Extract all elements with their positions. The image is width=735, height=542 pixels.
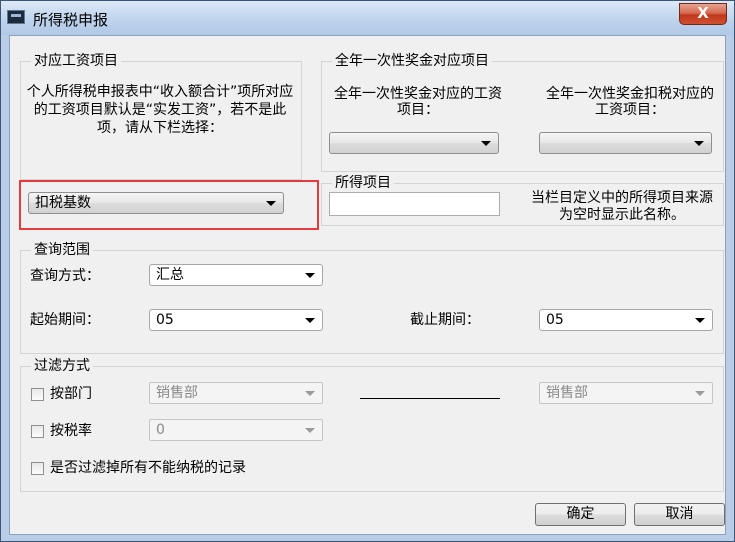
tax-rate-select-value: 0 <box>156 422 165 438</box>
cancel-button[interactable]: 取消 <box>634 503 725 526</box>
department-to-select-value: 销售部 <box>546 385 588 401</box>
query-range-group-title: 查询范围 <box>31 241 93 259</box>
department-from-select-value: 销售部 <box>156 385 198 401</box>
salary-item-select[interactable]: 扣税基数 <box>28 192 284 214</box>
bonus-deduction-select[interactable] <box>539 132 712 154</box>
salary-item-select-value: 扣税基数 <box>35 195 91 211</box>
query-range-group: 查询范围 <box>20 241 724 354</box>
chevron-down-icon <box>695 318 705 323</box>
dialog-client-area: 对应工资项目 个人所得税申报表中“收入额合计”项所对应的工资项目默认是“实发工资… <box>9 35 726 535</box>
chevron-down-icon <box>695 391 705 396</box>
by-tax-rate-checkbox[interactable] <box>31 425 44 438</box>
filter-group-title: 过滤方式 <box>31 357 93 375</box>
title-bar[interactable]: 所得税申报 X <box>1 1 734 35</box>
exclude-untaxable-checkbox[interactable] <box>31 462 44 475</box>
bonus-item-group-title: 全年一次性奖金对应项目 <box>332 52 492 70</box>
salary-item-description: 个人所得税申报表中“收入额合计”项所对应的工资项目默认是“实发工资”，若不是此项… <box>26 84 294 136</box>
query-mode-select[interactable]: 汇总 <box>149 264 323 286</box>
income-item-note: 当栏目定义中的所得项目来源为空时显示此名称。 <box>531 190 713 223</box>
by-tax-rate-label: 按税率 <box>50 423 92 439</box>
chevron-down-icon <box>305 318 315 323</box>
ok-button[interactable]: 确定 <box>535 503 626 526</box>
end-period-label: 截止期间： <box>410 312 480 328</box>
chevron-down-icon <box>694 141 704 146</box>
income-item-input[interactable] <box>329 192 500 216</box>
chevron-down-icon <box>305 428 315 433</box>
bonus-item-select[interactable] <box>329 132 499 154</box>
exclude-untaxable-label: 是否过滤掉所有不能纳税的记录 <box>50 460 246 476</box>
query-mode-select-value: 汇总 <box>156 267 184 283</box>
chevron-down-icon <box>481 141 491 146</box>
window-title: 所得税申报 <box>33 11 109 29</box>
bonus-item-label: 全年一次性奖金对应的工资项目： <box>334 86 502 118</box>
end-period-select-value: 05 <box>546 312 564 328</box>
salary-item-group-title: 对应工资项目 <box>31 52 121 70</box>
chevron-down-icon <box>266 201 276 206</box>
department-to-select[interactable]: 销售部 <box>539 382 713 404</box>
end-period-select[interactable]: 05 <box>539 309 713 331</box>
income-item-group-title: 所得项目 <box>332 174 394 192</box>
tax-rate-select[interactable]: 0 <box>149 419 323 441</box>
close-button[interactable]: X <box>679 3 727 25</box>
chevron-down-icon <box>305 273 315 278</box>
query-mode-label: 查询方式： <box>30 268 100 284</box>
start-period-label: 起始期间： <box>30 312 100 328</box>
dialog-window: 所得税申报 X 对应工资项目 个人所得税申报表中“收入额合计”项所对应的工资项目… <box>0 0 735 542</box>
start-period-select-value: 05 <box>156 312 174 328</box>
by-department-checkbox[interactable] <box>31 388 44 401</box>
bonus-deduction-label: 全年一次性奖金扣税对应的工资项目： <box>546 86 714 118</box>
range-separator-line <box>360 398 500 399</box>
department-from-select[interactable]: 销售部 <box>149 382 323 404</box>
chevron-down-icon <box>305 391 315 396</box>
start-period-select[interactable]: 05 <box>149 309 323 331</box>
by-department-label: 按部门 <box>50 386 92 402</box>
app-icon <box>7 10 25 24</box>
